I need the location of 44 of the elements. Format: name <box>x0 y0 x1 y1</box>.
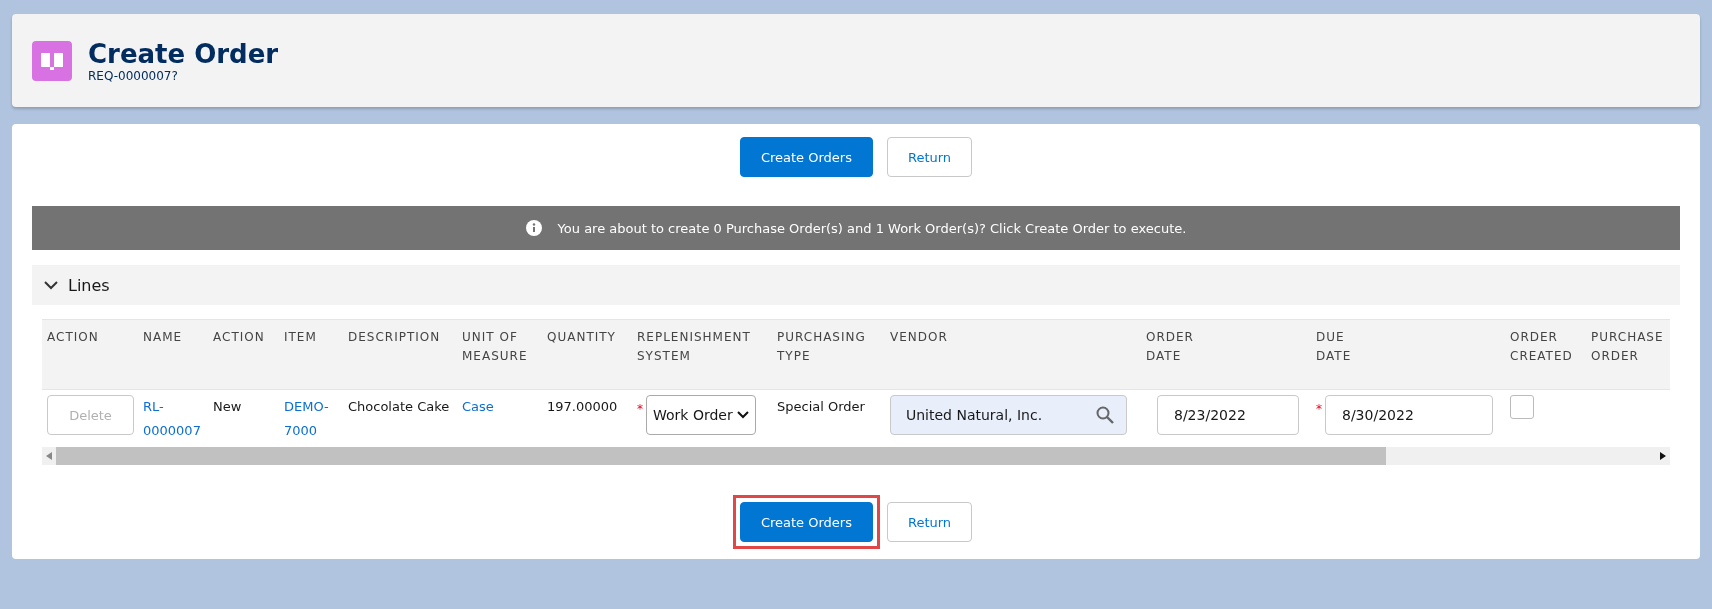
date-field[interactable]: 8/30/2022 <box>1325 395 1493 435</box>
return-button[interactable]: Return <box>886 137 973 177</box>
chevron-down-icon <box>736 411 749 419</box>
column-header: DESCRIPTION <box>348 329 441 346</box>
column-header: ORDER CREATED <box>1510 329 1573 365</box>
select-field[interactable]: Work Order <box>646 395 756 435</box>
chevron-icon <box>44 280 58 290</box>
scroll-left-icon[interactable] <box>46 452 52 460</box>
record-link[interactable]: RL- 0000007 <box>143 395 204 443</box>
record-number: REQ-0000007? <box>88 68 179 83</box>
return-button[interactable]: Return <box>886 502 973 542</box>
vendor-lookup-field[interactable]: United Natural, Inc. <box>890 395 1127 435</box>
column-header: ORDER DATE <box>1146 329 1194 365</box>
required-marker: * <box>1316 401 1322 418</box>
record-link[interactable]: Case <box>462 395 538 419</box>
column-header: NAME <box>143 329 183 346</box>
info-icon <box>525 220 542 236</box>
column-header: ACTION <box>47 329 99 346</box>
table-cell-text: New <box>213 398 243 416</box>
column-header: ITEM <box>284 329 317 346</box>
record-link[interactable]: DEMO- 7000 <box>284 395 339 443</box>
column-header: VENDOR <box>890 329 948 346</box>
column-header: DUE DATE <box>1316 329 1352 365</box>
column-header: QUANTITY <box>547 329 616 346</box>
column-header: ACTION <box>213 329 265 346</box>
table-cell-text: Special Order <box>777 398 866 416</box>
column-header: REPLENISHMENT SYSTEM <box>637 329 751 365</box>
table-cell-text: 197.00000 <box>547 398 619 416</box>
column-header: PURCHASE ORDER <box>1591 329 1664 365</box>
book-icon <box>32 40 72 81</box>
create-orders-button[interactable]: Create Orders <box>739 502 873 542</box>
column-header: UNIT OF MEASURE <box>462 329 528 365</box>
section-header[interactable]: Lines <box>32 265 1680 305</box>
horizontal-scrollbar[interactable] <box>42 447 1670 465</box>
required-marker: * <box>637 401 643 418</box>
checkbox[interactable] <box>1510 395 1534 419</box>
table-cell-text: Chocolate Cake <box>348 398 451 416</box>
date-field[interactable]: 8/23/2022 <box>1157 395 1299 435</box>
create-orders-button[interactable]: Create Orders <box>739 137 873 177</box>
scroll-right-icon[interactable] <box>1660 452 1666 460</box>
page-title: Create Order <box>88 38 279 69</box>
search-icon <box>1096 406 1114 424</box>
banner-message: You are about to create 0 Purchase Order(s) and 1 Work Order(s)? Click Create Order to execute. <box>557 220 1187 236</box>
column-header: PURCHASING TYPE <box>777 329 866 365</box>
